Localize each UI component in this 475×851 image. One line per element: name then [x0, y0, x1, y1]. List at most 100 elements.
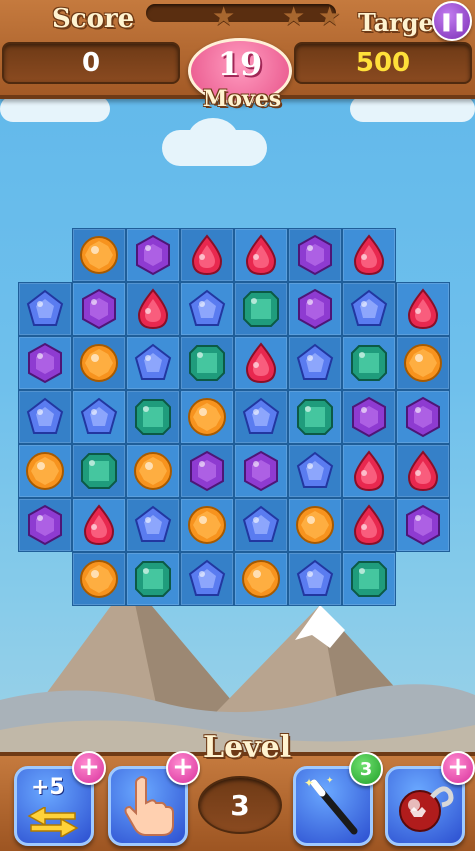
level-value: 3	[198, 776, 282, 834]
star-1-icon: ★	[212, 2, 236, 32]
board-cell[interactable]	[72, 444, 126, 498]
board-cell[interactable]	[288, 282, 342, 336]
blue-gem-icon	[296, 451, 334, 488]
board-cell[interactable]	[288, 444, 342, 498]
board-cell[interactable]	[234, 444, 288, 498]
board-cell[interactable]	[342, 228, 396, 282]
score-label: Score	[52, 4, 135, 34]
red-gem-icon	[353, 234, 385, 276]
blue-gem-icon	[134, 343, 172, 380]
board-cell[interactable]	[180, 552, 234, 606]
board-cell[interactable]	[126, 336, 180, 390]
board-cell[interactable]	[396, 444, 450, 498]
board-cell[interactable]	[180, 228, 234, 282]
board-cell[interactable]	[72, 336, 126, 390]
star-progress-bar: ★ ★ ★	[146, 2, 341, 32]
orange-gem-icon	[188, 398, 226, 436]
board-cell[interactable]	[234, 282, 288, 336]
wand-count-badge: 3	[349, 752, 383, 786]
board-cell[interactable]	[342, 282, 396, 336]
green-gem-icon	[81, 453, 117, 489]
board-cell[interactable]	[288, 498, 342, 552]
red-gem-icon	[353, 504, 385, 546]
board-cell[interactable]	[180, 498, 234, 552]
orange-gem-icon	[404, 344, 442, 382]
board-cell[interactable]	[126, 444, 180, 498]
purple-gem-icon	[244, 450, 278, 492]
board-cell[interactable]	[180, 390, 234, 444]
orange-gem-icon	[134, 452, 172, 490]
add-plus5-button[interactable]: +	[72, 751, 106, 785]
purple-gem-icon	[406, 504, 440, 546]
purple-gem-icon	[28, 504, 62, 546]
board-cell[interactable]	[126, 390, 180, 444]
board-cell[interactable]	[342, 444, 396, 498]
purple-gem-icon	[298, 288, 332, 330]
board-cell[interactable]	[288, 552, 342, 606]
board-cell[interactable]	[72, 390, 126, 444]
red-gem-icon	[83, 504, 115, 546]
board-cell[interactable]	[342, 498, 396, 552]
board-cell[interactable]	[342, 552, 396, 606]
board-cell[interactable]	[72, 228, 126, 282]
red-gem-icon	[407, 288, 439, 330]
board-cell[interactable]	[234, 390, 288, 444]
green-gem-icon	[135, 399, 171, 435]
level-label: Level	[203, 730, 292, 765]
green-gem-icon	[297, 399, 333, 435]
cloud-right	[350, 96, 475, 122]
board-cell[interactable]	[288, 390, 342, 444]
orange-gem-icon	[80, 560, 118, 598]
board-cell[interactable]	[126, 498, 180, 552]
board-cell[interactable]	[18, 282, 72, 336]
board-cell[interactable]	[234, 336, 288, 390]
board-cell[interactable]	[342, 336, 396, 390]
add-bomb-button[interactable]: +	[441, 751, 475, 785]
red-gem-icon	[353, 450, 385, 492]
board-cell[interactable]	[180, 282, 234, 336]
red-gem-icon	[245, 234, 277, 276]
blue-gem-icon	[26, 397, 64, 434]
orange-gem-icon	[26, 452, 64, 490]
pause-button[interactable]: ❚❚	[432, 1, 472, 41]
board-cell[interactable]	[396, 390, 450, 444]
board-cell[interactable]	[234, 498, 288, 552]
board-cell[interactable]	[396, 498, 450, 552]
add-hand-button[interactable]: +	[166, 751, 200, 785]
board-cell[interactable]	[180, 444, 234, 498]
blue-gem-icon	[188, 559, 226, 596]
blue-gem-icon	[296, 343, 334, 380]
board-cell[interactable]	[126, 282, 180, 336]
board-cell[interactable]	[72, 498, 126, 552]
board-cell[interactable]	[234, 228, 288, 282]
board-cell[interactable]	[126, 552, 180, 606]
purple-gem-icon	[136, 234, 170, 276]
svg-text:✦: ✦	[304, 776, 314, 790]
board-cell[interactable]	[180, 336, 234, 390]
blue-gem-icon	[242, 397, 280, 434]
purple-gem-icon	[298, 234, 332, 276]
blue-gem-icon	[188, 289, 226, 326]
board-cell[interactable]	[288, 336, 342, 390]
board-cell[interactable]	[126, 228, 180, 282]
svg-text:✦: ✦	[326, 776, 334, 786]
game-board	[18, 228, 452, 608]
green-gem-icon	[243, 291, 279, 327]
board-cell[interactable]	[72, 282, 126, 336]
board-cell[interactable]	[396, 336, 450, 390]
blue-gem-icon	[296, 559, 334, 596]
board-cell[interactable]	[342, 390, 396, 444]
orange-gem-icon	[188, 506, 226, 544]
green-gem-icon	[351, 345, 387, 381]
board-cell[interactable]	[234, 552, 288, 606]
moves-label: Moves	[203, 86, 282, 112]
board-cell[interactable]	[72, 552, 126, 606]
board-cell[interactable]	[18, 390, 72, 444]
board-cell[interactable]	[396, 282, 450, 336]
star-2-icon: ★	[282, 2, 306, 32]
board-cell[interactable]	[18, 336, 72, 390]
board-cell[interactable]	[18, 444, 72, 498]
blue-gem-icon	[242, 505, 280, 542]
board-cell[interactable]	[18, 498, 72, 552]
board-cell[interactable]	[288, 228, 342, 282]
